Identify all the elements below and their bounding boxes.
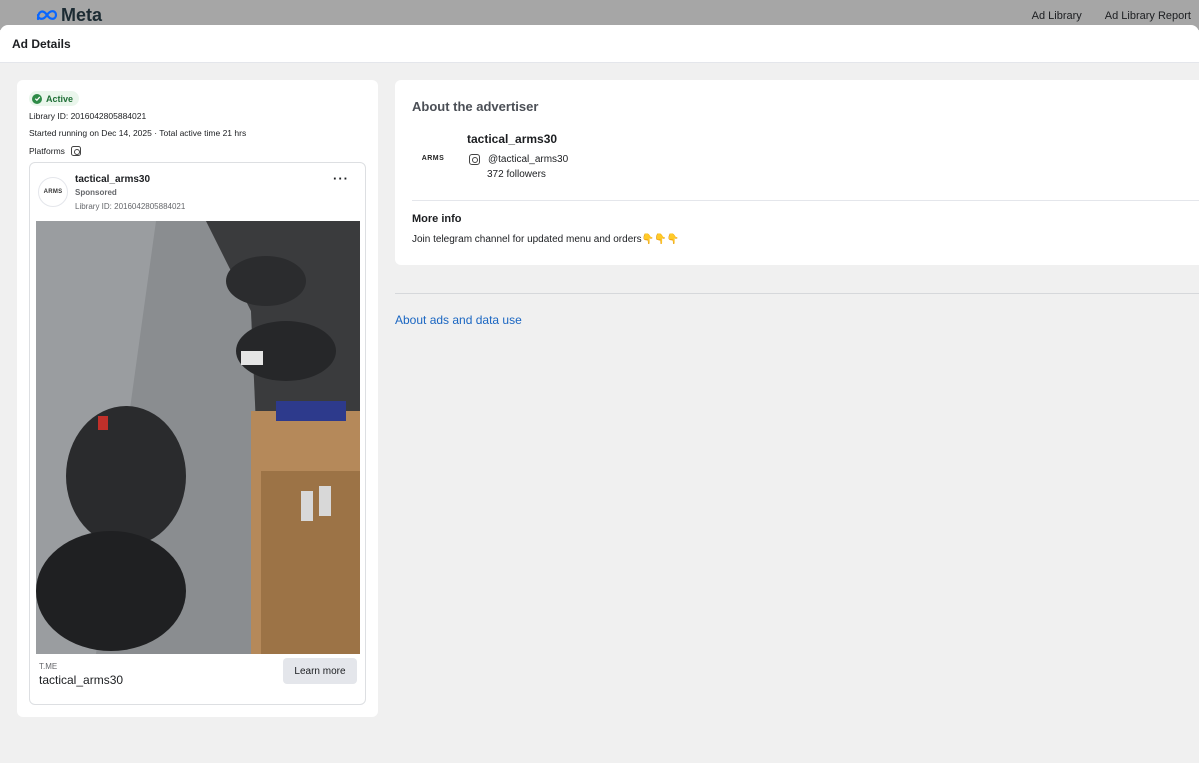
avatar[interactable]: ARMS xyxy=(38,177,68,207)
pointing-down-emoji: 👇👇👇 xyxy=(641,234,679,245)
ad-summary-card: Active Library ID: 2016042805884021 Star… xyxy=(17,80,378,717)
instagram-icon xyxy=(469,154,480,165)
more-info-title: More info xyxy=(412,213,462,225)
ad-photo-illustration xyxy=(36,221,360,654)
platforms-label: Platforms xyxy=(29,146,65,156)
sponsored-label: Sponsored xyxy=(75,188,117,197)
divider xyxy=(412,200,1199,201)
ad-library-link[interactable]: Ad Library xyxy=(1032,10,1082,22)
running-time-text: Started running on Dec 14, 2025 · Total … xyxy=(29,128,247,138)
check-circle-icon xyxy=(32,93,42,104)
advertiser-handle[interactable]: @tactical_arms30 xyxy=(488,154,568,165)
advertiser-name[interactable]: tactical_arms30 xyxy=(467,132,557,146)
more-options-icon[interactable]: ··· xyxy=(333,171,349,186)
ad-details-header: Ad Details xyxy=(0,25,1199,63)
library-id-text: Library ID: 2016042805884021 xyxy=(29,111,147,121)
platforms-row: Platforms xyxy=(29,146,81,156)
divider xyxy=(395,293,1199,294)
advertiser-handle-row: @tactical_arms30 xyxy=(469,154,568,165)
follower-count: 372 followers xyxy=(487,169,546,180)
learn-more-button[interactable]: Learn more xyxy=(283,658,357,684)
meta-wordmark: Meta xyxy=(61,4,103,25)
ad-creative-image xyxy=(36,221,360,654)
meta-infinity-icon xyxy=(36,10,58,21)
avatar-logo-text: ARMS xyxy=(43,189,63,195)
ad-library-id: Library ID: 2016042805884021 xyxy=(75,202,186,211)
ad-library-report-link[interactable]: Ad Library Report xyxy=(1105,10,1191,22)
ad-page-name[interactable]: tactical_arms30 xyxy=(75,174,150,185)
ad-link-title: tactical_arms30 xyxy=(39,673,124,687)
status-text: Active xyxy=(46,93,74,104)
advertiser-logo-text: ARMS xyxy=(421,154,445,162)
more-info-body: Join telegram channel for updated menu a… xyxy=(412,234,642,245)
ad-link-domain: T.ME xyxy=(39,662,58,671)
about-advertiser-title: About the advertiser xyxy=(412,99,539,114)
top-links: Ad Library Ad Library Report xyxy=(1032,10,1191,22)
status-badge: Active xyxy=(29,91,80,106)
ad-preview-card: ARMS tactical_arms30 Sponsored Library I… xyxy=(29,162,366,705)
more-info-text: Join telegram channel for updated menu a… xyxy=(412,234,679,245)
advertiser-logo[interactable]: ARMS xyxy=(412,150,454,166)
page-title: Ad Details xyxy=(12,37,71,51)
advertiser-card: About the advertiser ARMS tactical_arms3… xyxy=(395,80,1199,265)
meta-logo[interactable]: Meta xyxy=(36,5,102,25)
instagram-icon xyxy=(70,146,81,156)
about-ads-data-use-link[interactable]: About ads and data use xyxy=(395,313,522,327)
